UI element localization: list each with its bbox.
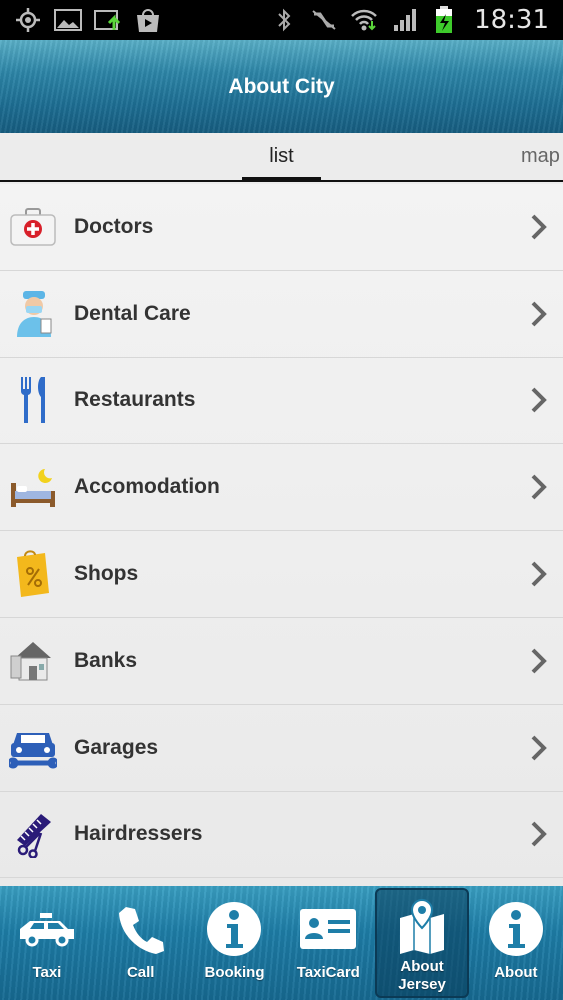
list-item-label: Restaurants (74, 388, 196, 412)
list-item-garages[interactable]: Garages (0, 705, 563, 792)
list-item-label: Banks (74, 648, 138, 672)
bottom-nav: Taxi Call Booking TaxiCard About Jersey … (0, 886, 563, 1000)
list-item-dental-care[interactable]: Dental Care (0, 271, 563, 358)
list-item-hairdressers[interactable]: Hairdressers (0, 792, 563, 879)
list-item-label: Dental Care (74, 301, 191, 325)
nav-about-jersey[interactable]: About Jersey (375, 888, 469, 998)
wifi-icon (350, 7, 378, 33)
chevron-right-icon (531, 214, 547, 240)
taxi-icon (7, 894, 87, 964)
info-icon (476, 894, 556, 964)
nav-label: About Jersey (398, 958, 446, 993)
nav-about[interactable]: About (469, 886, 563, 1000)
nav-taxi[interactable]: Taxi (0, 886, 94, 1000)
nav-call[interactable]: Call (94, 886, 188, 1000)
dentist-icon (9, 289, 57, 339)
nav-taxicard[interactable]: TaxiCard (281, 886, 375, 1000)
nav-label: Taxi (32, 964, 62, 981)
list-item-label: Accomodation (74, 475, 220, 499)
chevron-right-icon (531, 648, 547, 674)
status-bar: 18:31 (0, 0, 563, 40)
signal-icon (390, 7, 418, 33)
bed-icon (9, 462, 57, 512)
app-header: About City (0, 40, 563, 133)
chevron-right-icon (531, 474, 547, 500)
view-tabs: list map (0, 133, 563, 182)
nav-label: TaxiCard (296, 964, 360, 981)
id-card-icon (288, 894, 368, 964)
bank-building-icon (9, 636, 57, 686)
battery-charging-icon (430, 6, 458, 33)
nav-label: About (494, 964, 538, 981)
list-item-restaurants[interactable]: Restaurants (0, 358, 563, 445)
chevron-right-icon (531, 561, 547, 587)
nav-label: Call (126, 964, 155, 981)
fork-knife-icon (9, 375, 57, 425)
list-item-label: Doctors (74, 214, 154, 238)
tab-map[interactable]: map (521, 133, 563, 180)
category-list: Doctors Dental Care Restaurants Accomoda… (0, 184, 563, 886)
nav-booking[interactable]: Booking (188, 886, 282, 1000)
info-icon (194, 894, 274, 964)
chevron-right-icon (531, 301, 547, 327)
chevron-right-icon (531, 388, 547, 413)
map-pin-icon (382, 894, 462, 958)
page-title: About City (228, 74, 335, 98)
list-item-label: Garages (74, 735, 159, 759)
tab-list[interactable]: list (242, 133, 321, 182)
list-item-shops[interactable]: Shops (0, 531, 563, 618)
nav-label: Booking (204, 964, 265, 981)
mute-icon (310, 7, 338, 33)
list-item-label: Hairdressers (74, 822, 203, 846)
car-wrench-icon (9, 723, 57, 773)
list-item-accomodation[interactable]: Accomodation (0, 444, 563, 532)
play-store-icon (134, 7, 162, 33)
list-item-doctors[interactable]: Doctors (0, 184, 563, 271)
bluetooth-icon (270, 7, 298, 33)
chevron-right-icon (531, 822, 547, 847)
image-icon (54, 7, 82, 33)
upload-icon (94, 7, 122, 33)
list-item-label: Shops (74, 562, 139, 586)
chevron-right-icon (531, 735, 547, 761)
phone-icon (101, 894, 181, 964)
clock: 18:31 (474, 5, 549, 35)
first-aid-kit-icon (9, 202, 57, 252)
list-item-banks[interactable]: Banks (0, 618, 563, 705)
shopping-bag-icon (9, 549, 57, 599)
gps-icon (14, 7, 42, 33)
comb-scissors-icon (9, 809, 57, 859)
